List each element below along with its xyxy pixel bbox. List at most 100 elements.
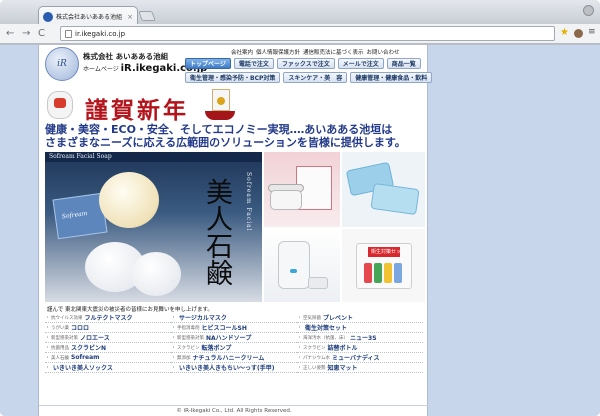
- hygiene-kit-tag: 衛生対策セット: [371, 249, 407, 255]
- list-item[interactable]: ・パナジウム水 ミューバナディス: [297, 353, 423, 363]
- address-bar[interactable]: ir.ikegaki.co.jp: [60, 26, 555, 41]
- extension-icon[interactable]: [574, 29, 583, 38]
- sofream-soap-banner[interactable]: Sofream Facial Soap Sofream 美人石鹸 Sofream…: [45, 152, 262, 302]
- bullet-icon: ・: [297, 335, 303, 341]
- product-category: 抗菌用品: [51, 345, 70, 351]
- list-item[interactable]: ・手指消毒剤 ヒビスコールSH: [171, 323, 297, 333]
- product-column-3: ・空気除菌 プレベント ・衛生対策セット ・海洋汚水（抗菌、床） ニュー3S ・スク…: [297, 313, 423, 373]
- product-category: 無添加: [177, 355, 191, 361]
- slogan-line-1: 健康・美容・ECO・安全、そしてエコノミー実現‥‥あいあある池垣は: [45, 123, 393, 136]
- back-icon[interactable]: ←: [6, 27, 14, 41]
- bullet-icon: ・: [297, 365, 303, 371]
- product-category: 新型感染対策: [177, 335, 205, 341]
- nav-hygiene[interactable]: 衛生管理・感染予防・BCP対策: [185, 72, 281, 83]
- list-item[interactable]: ・スクラビン 詰替ボトル: [297, 343, 423, 353]
- air-purifier-image[interactable]: [264, 229, 340, 302]
- nav-mail-order[interactable]: メールで注文: [337, 58, 384, 69]
- main-nav-row1: トップページ 電話で注文 ファックスで注文 メールで注文 商品一覧: [185, 58, 421, 69]
- nav-top-page[interactable]: トップページ: [185, 58, 231, 69]
- browser-toolbar: ← → C ir.ikegaki.co.jp ★ ≡: [0, 24, 600, 44]
- soap-vertical-subtitle: Sofream Facial: [245, 172, 252, 232]
- list-item[interactable]: ・新型感染対策 ノロエース: [45, 333, 171, 343]
- list-item[interactable]: ・サージカルマスク: [171, 313, 297, 323]
- browser-window: 株式会社あいあある池組 × ← → C ir.ikegaki.co.jp ★ ≡…: [0, 0, 600, 416]
- list-item[interactable]: ・衛生対策セット: [297, 323, 423, 333]
- list-item[interactable]: ・正しい姿勢 知恵マット: [297, 363, 423, 373]
- product-name: ミューバナディス: [332, 355, 380, 362]
- product-column-1: ・抗ウイルス効果 フルテクトマスク ・うがい薬 コロロ ・新型感染対策 ノロエース ・…: [45, 313, 171, 373]
- honey-cream-image[interactable]: [264, 152, 340, 227]
- forward-icon[interactable]: →: [22, 27, 30, 41]
- product-name: いきいき美人ソックス: [53, 365, 113, 372]
- tab-close-icon[interactable]: ×: [127, 13, 133, 21]
- new-tab-button[interactable]: [138, 11, 156, 21]
- soap-box-label: Sofream: [61, 209, 88, 221]
- bullet-icon: ・: [171, 325, 177, 331]
- company-logo[interactable]: iR: [45, 47, 79, 81]
- product-name: ナチュラルハニークリーム: [192, 355, 265, 362]
- link-privacy[interactable]: 個人情報保護方針: [256, 48, 300, 56]
- bullet-icon: ・: [171, 315, 177, 321]
- link-company-info[interactable]: 会社案内: [231, 48, 253, 56]
- nav-fax-order[interactable]: ファックスで注文: [276, 58, 335, 69]
- product-category: 海洋汚水（抗菌、床）: [303, 335, 349, 341]
- product-category: スクラビン: [303, 345, 326, 351]
- list-item[interactable]: ・いきいき美人きもちい～っす(手甲): [171, 363, 297, 373]
- product-name: ヒビスコールSH: [201, 325, 247, 332]
- list-item[interactable]: ・いきいき美人ソックス: [45, 363, 171, 373]
- browser-tab[interactable]: 株式会社あいあある池組 ×: [38, 6, 138, 26]
- ox-illustration: [47, 91, 73, 119]
- title-bar: 株式会社あいあある池組 ×: [0, 0, 600, 26]
- foam-image: [131, 252, 181, 296]
- reload-icon[interactable]: C: [38, 27, 45, 41]
- bullet-icon: ・: [45, 335, 51, 341]
- page-icon: [65, 30, 72, 38]
- list-item[interactable]: ・抗ウイルス効果 フルテクトマスク: [45, 313, 171, 323]
- bullet-icon: ・: [297, 325, 303, 331]
- treasure-ship-illustration: [203, 89, 237, 121]
- bookmark-star-icon[interactable]: ★: [560, 27, 569, 38]
- list-item[interactable]: ・海洋汚水（抗菌、床） ニュー3S: [297, 333, 423, 343]
- nav-skincare[interactable]: スキンケア・美 容: [283, 72, 348, 83]
- bullet-icon: ・: [45, 345, 51, 351]
- list-item[interactable]: ・美人石鹸 Sofream: [45, 353, 171, 363]
- list-item[interactable]: ・スクラビン 転落ボンプ: [171, 343, 297, 353]
- page-footer: © iR-Ikegaki Co., Ltd. All Rights Reserv…: [39, 405, 429, 416]
- bullet-icon: ・: [297, 315, 303, 321]
- main-nav-row2: 衛生管理・感染予防・BCP対策 スキンケア・美 容 健康管理・健康食品・飲料: [185, 72, 433, 83]
- product-category: 美人石鹸: [51, 355, 70, 361]
- link-tokusho[interactable]: 通信販売法に基づく表示: [303, 48, 364, 56]
- company-slogan: 健康・美容・ECO・安全、そしてエコノミー実現‥‥あいあある池垣は さまざまなニ…: [45, 123, 425, 149]
- nav-phone-order[interactable]: 電話で注文: [233, 58, 274, 69]
- product-column-2: ・サージカルマスク ・手指消毒剤 ヒビスコールSH ・新型感染対策 NAハンドソープ…: [171, 313, 297, 373]
- bullet-icon: ・: [45, 355, 51, 361]
- bullet-icon: ・: [171, 345, 177, 351]
- page-content: iR 株式会社 あいあある池組 ホームページ iR.ikegaki.co.jp …: [38, 45, 433, 416]
- homepage-prefix: ホームページ: [83, 66, 119, 73]
- menu-icon[interactable]: ≡: [588, 27, 596, 37]
- hygiene-kit-image[interactable]: 衛生対策セット: [342, 229, 425, 302]
- list-item[interactable]: ・空気除菌 プレベント: [297, 313, 423, 323]
- nav-health[interactable]: 健康管理・健康食品・飲料: [350, 72, 433, 83]
- company-name: 株式会社 あいあある池組: [83, 52, 169, 61]
- product-category: うがい薬: [51, 325, 70, 331]
- list-item[interactable]: ・うがい薬 コロロ: [45, 323, 171, 333]
- surgical-mask-image[interactable]: [342, 152, 425, 227]
- list-item[interactable]: ・無添加 ナチュラルハニークリーム: [171, 353, 297, 363]
- bullet-icon: ・: [171, 355, 177, 361]
- bullet-icon: ・: [297, 345, 303, 351]
- list-item[interactable]: ・新型感染対策 NAハンドソープ: [171, 333, 297, 343]
- list-item[interactable]: ・抗菌用品 スクラビンN: [45, 343, 171, 353]
- product-name: 知恵マット: [327, 365, 358, 372]
- logo-text: iR: [57, 59, 67, 69]
- condolence-message: 謹んで 東北関東大震災の被災者の皆様にお見舞いを申し上げます。: [47, 307, 213, 313]
- product-category: パナジウム水: [303, 355, 331, 361]
- product-name: 転落ボンプ: [201, 345, 232, 352]
- bullet-icon: ・: [45, 365, 51, 371]
- nav-product-list[interactable]: 商品一覧: [386, 58, 421, 69]
- window-close-button[interactable]: [583, 5, 594, 16]
- product-name: フルテクトマスク: [84, 315, 133, 322]
- new-year-banner: 謹賀新年: [43, 89, 427, 124]
- product-category: 空気除菌: [303, 315, 322, 321]
- link-contact[interactable]: お問い合わせ: [367, 48, 400, 56]
